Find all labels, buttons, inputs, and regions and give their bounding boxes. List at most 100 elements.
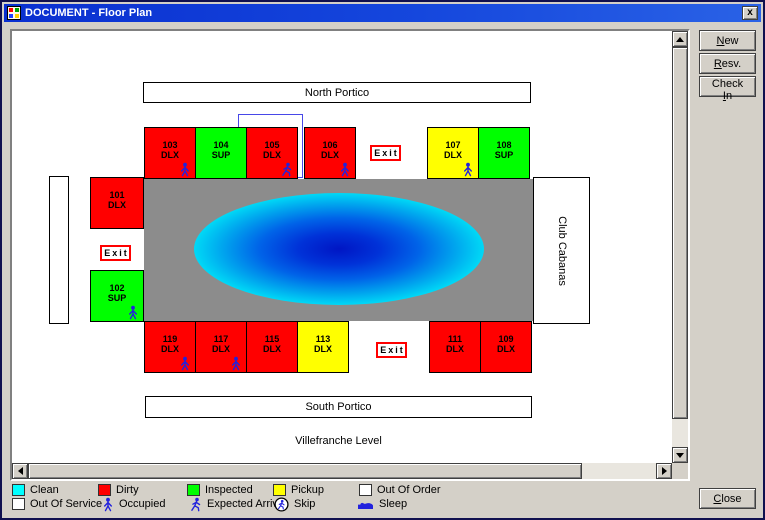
occupied-icon	[339, 162, 351, 177]
new-button[interactable]: New	[699, 30, 756, 51]
window-title: DOCUMENT - Floor Plan	[25, 7, 152, 19]
pool	[194, 193, 484, 305]
room-number: 108	[479, 140, 529, 150]
legend-label: Pickup	[291, 484, 324, 496]
resv-button[interactable]: Resv.	[699, 53, 756, 74]
legend-label: Clean	[30, 484, 59, 496]
room-117[interactable]: 117 DLX	[195, 321, 247, 373]
scrollbar-corner	[672, 463, 688, 479]
room-108[interactable]: 108 SUP	[478, 127, 530, 179]
expected-arrival-icon	[189, 497, 202, 512]
inspected-swatch	[187, 484, 200, 496]
occupied-icon	[462, 162, 474, 177]
room-type: DLX	[305, 150, 355, 160]
vertical-scroll-thumb[interactable]	[672, 47, 688, 419]
room-number: 104	[196, 140, 246, 150]
legend-label: Dirty	[116, 484, 139, 496]
room-103[interactable]: 103 DLX	[144, 127, 196, 179]
room-number: 106	[305, 140, 355, 150]
room-type: DLX	[247, 344, 297, 354]
legend-sleep: Sleep	[357, 497, 407, 511]
legend-label: Out Of Service	[30, 498, 102, 510]
exit-sign-west: Exit	[100, 245, 131, 261]
exit-sign-north: Exit	[370, 145, 401, 161]
level-label: Villefranche Level	[145, 435, 532, 447]
room-type: DLX	[428, 150, 478, 160]
room-106[interactable]: 106 DLX	[304, 127, 356, 179]
room-type: DLX	[145, 150, 195, 160]
skip-icon	[274, 497, 289, 512]
clean-swatch	[12, 484, 25, 496]
dirty-swatch	[98, 484, 111, 496]
room-113[interactable]: 113 DLX	[297, 321, 349, 373]
legend-dirty: Dirty	[98, 483, 139, 497]
room-type: DLX	[481, 344, 531, 354]
floor-plan-scene: North Portico Club Cabanas 103 DLX 104 S…	[12, 31, 672, 463]
room-type: SUP	[91, 293, 143, 303]
legend-occupied: Occupied	[102, 497, 165, 511]
legend-inspected: Inspected	[187, 483, 253, 497]
occupied-icon	[102, 497, 114, 512]
occupied-icon	[127, 305, 139, 320]
legend-pickup: Pickup	[273, 483, 324, 497]
legend-expected-arrival: Expected Arrival	[189, 497, 286, 511]
west-wall	[49, 176, 69, 324]
occupied-icon	[230, 356, 242, 371]
legend-clean: Clean	[12, 483, 59, 497]
close-button[interactable]: Close	[699, 488, 756, 509]
app-icon	[7, 6, 21, 20]
room-type: DLX	[430, 344, 480, 354]
room-type: SUP	[196, 150, 246, 160]
vertical-scrollbar[interactable]	[672, 31, 688, 463]
room-number: 101	[91, 190, 143, 200]
room-105[interactable]: 105 DLX	[246, 127, 298, 179]
pickup-swatch	[273, 484, 286, 496]
occupied-icon	[179, 356, 191, 371]
legend-out-of-service: Out Of Service	[12, 497, 102, 511]
room-101[interactable]: 101 DLX	[90, 177, 144, 229]
close-icon[interactable]: x	[742, 6, 758, 20]
scroll-down-icon[interactable]	[672, 447, 688, 463]
room-number: 109	[481, 334, 531, 344]
room-119[interactable]: 119 DLX	[144, 321, 196, 373]
room-type: DLX	[91, 200, 143, 210]
scroll-up-icon[interactable]	[672, 31, 688, 47]
room-109[interactable]: 109 DLX	[480, 321, 532, 373]
room-107[interactable]: 107 DLX	[427, 127, 479, 179]
legend-out-of-order: Out Of Order	[359, 483, 441, 497]
expected-arrival-icon	[280, 162, 293, 177]
room-type: DLX	[196, 344, 246, 354]
room-number: 105	[247, 140, 297, 150]
club-cabanas-label: Club Cabanas	[533, 177, 590, 324]
floor-plan-canvas: North Portico Club Cabanas 103 DLX 104 S…	[10, 29, 690, 481]
legend-skip: Skip	[274, 497, 315, 511]
legend-label: Inspected	[205, 484, 253, 496]
scroll-right-icon[interactable]	[656, 463, 672, 479]
room-type: DLX	[145, 344, 195, 354]
checkin-button[interactable]: Check In	[699, 76, 756, 97]
room-number: 111	[430, 334, 480, 344]
room-number: 119	[145, 334, 195, 344]
room-111[interactable]: 111 DLX	[429, 321, 481, 373]
room-104[interactable]: 104 SUP	[195, 127, 247, 179]
room-type: SUP	[479, 150, 529, 160]
legend: Clean Dirty Inspected Pickup Out Of Order Ou…	[10, 483, 690, 513]
sleep-icon	[357, 499, 374, 510]
room-115[interactable]: 115 DLX	[246, 321, 298, 373]
room-102[interactable]: 102 SUP	[90, 270, 144, 322]
legend-label: Sleep	[379, 498, 407, 510]
room-number: 103	[145, 140, 195, 150]
horizontal-scrollbar[interactable]	[12, 463, 672, 479]
room-number: 115	[247, 334, 297, 344]
legend-label: Occupied	[119, 498, 165, 510]
north-portico-label: North Portico	[143, 82, 531, 103]
room-type: DLX	[247, 150, 297, 160]
horizontal-scroll-thumb[interactable]	[28, 463, 582, 479]
room-number: 102	[91, 283, 143, 293]
south-portico-label: South Portico	[145, 396, 532, 418]
legend-label: Out Of Order	[377, 484, 441, 496]
scroll-left-icon[interactable]	[12, 463, 28, 479]
exit-sign-south: Exit	[376, 342, 407, 358]
room-number: 107	[428, 140, 478, 150]
titlebar: DOCUMENT - Floor Plan x	[4, 4, 761, 22]
